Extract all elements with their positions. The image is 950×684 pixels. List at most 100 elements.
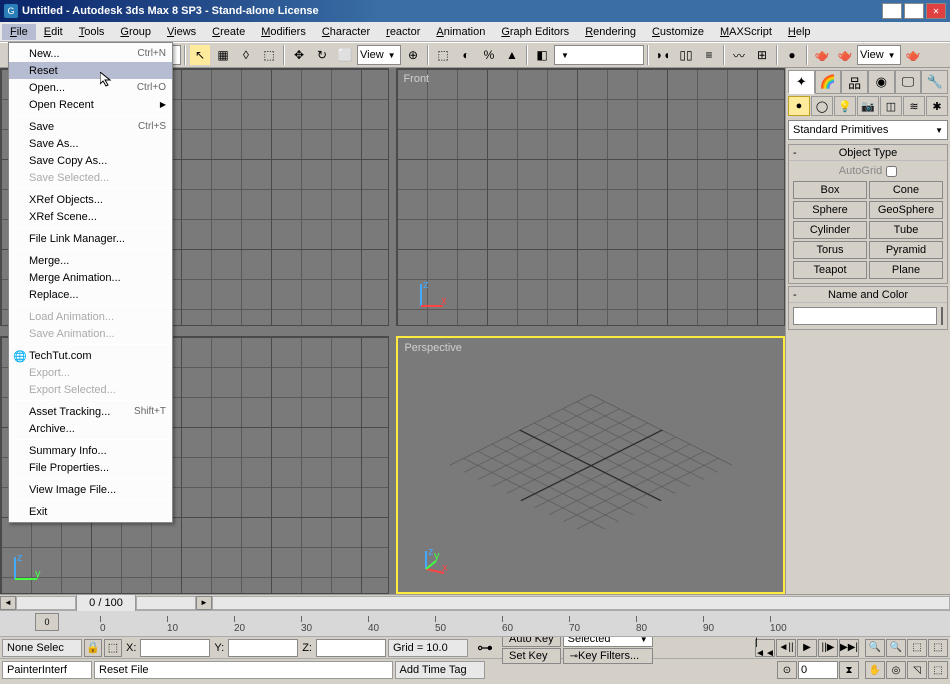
menu-file[interactable]: File [2,24,36,40]
pan-button[interactable]: ✋ [865,661,885,679]
display-tab[interactable]: 🖵 [895,70,922,94]
primitive-sphere-button[interactable]: Sphere [793,201,867,219]
cameras-button[interactable]: 📷 [857,96,879,116]
menu-item-archive[interactable]: Archive... [9,420,172,437]
scroll-right-button[interactable]: ► [196,596,212,610]
menu-views[interactable]: Views [159,24,204,40]
zoom-button[interactable]: 🔍 [865,639,885,657]
object-color-swatch[interactable] [941,307,943,325]
menu-item-open[interactable]: Open...Ctrl+O [9,79,172,96]
lights-button[interactable]: 💡 [834,96,856,116]
select-button[interactable]: ↖ [189,44,211,66]
menu-grapheditors[interactable]: Graph Editors [493,24,577,40]
time-tag-button[interactable]: Add Time Tag [395,661,485,679]
pivot-button[interactable]: ⊕ [402,44,424,66]
transform-mode-button[interactable]: ⬚ [104,639,122,657]
rotate-button[interactable]: ↻ [311,44,333,66]
menu-rendering[interactable]: Rendering [577,24,644,40]
hierarchy-tab[interactable]: 品 [841,70,868,94]
goto-start-button[interactable]: |◄◄ [755,639,775,657]
render-scene-button[interactable]: 🫖 [811,44,833,66]
move-button[interactable]: ✥ [288,44,310,66]
key-filters-button[interactable]: ⊸ Key Filters... [563,648,653,664]
primitive-cylinder-button[interactable]: Cylinder [793,221,867,239]
shapes-button[interactable]: ◯ [811,96,833,116]
menu-item-fileproperties[interactable]: File Properties... [9,459,172,476]
primitive-pyramid-button[interactable]: Pyramid [869,241,943,259]
menu-item-viewimagefile[interactable]: View Image File... [9,481,172,498]
viewport-front[interactable]: Front zx [396,68,785,326]
scroll-left-button[interactable]: ◄ [0,596,16,610]
fov-button[interactable]: ◹ [907,661,927,679]
scale-button[interactable]: ⬜ [334,44,356,66]
z-coord-field[interactable] [316,639,386,657]
primitive-geosphere-button[interactable]: GeoSphere [869,201,943,219]
window-crossing-button[interactable]: ⬚ [258,44,280,66]
menu-item-mergeanimation[interactable]: Merge Animation... [9,269,172,286]
time-config-button[interactable]: ⧗ [839,661,859,679]
layer-button[interactable]: ≡ [698,44,720,66]
menu-character[interactable]: Character [314,24,378,40]
geometry-button[interactable]: ● [788,96,810,116]
lock-selection-button[interactable]: 🔒 [84,639,102,657]
primitive-tube-button[interactable]: Tube [869,221,943,239]
angle-snap-toggle[interactable]: ◐ [455,44,477,66]
menu-item-xrefobjects[interactable]: XRef Objects... [9,191,172,208]
setkey-button[interactable]: Set Key [502,648,561,664]
rollout-header[interactable]: -Object Type [789,145,947,161]
menu-item-openrecent[interactable]: Open Recent▶ [9,96,172,113]
render-button[interactable]: 🫖 [902,44,924,66]
align-button[interactable]: ▯▯ [675,44,697,66]
menu-item-saveas[interactable]: Save As... [9,135,172,152]
menu-maxscript[interactable]: MAXScript [712,24,780,40]
modify-tab[interactable]: 🌈 [815,70,842,94]
menu-item-replace[interactable]: Replace... [9,286,172,303]
curve-editor-button[interactable]: 〰 [728,44,750,66]
helpers-button[interactable]: ◫ [880,96,902,116]
time-slider[interactable]: 0 [35,613,59,631]
spacewarps-button[interactable]: ≋ [903,96,925,116]
quick-render-button[interactable]: 🫖 [834,44,856,66]
select-name-button[interactable]: ▦ [212,44,234,66]
menu-item-save[interactable]: SaveCtrl+S [9,118,172,135]
menu-item-exit[interactable]: Exit [9,503,172,520]
render-type-combo[interactable]: View▼ [857,45,901,65]
arc-rotate-button[interactable]: ◎ [886,661,906,679]
primitive-torus-button[interactable]: Torus [793,241,867,259]
utilities-tab[interactable]: 🔧 [921,70,948,94]
primitive-box-button[interactable]: Box [793,181,867,199]
next-frame-button[interactable]: ||▶ [818,639,838,657]
mirror-button[interactable]: ◗◖ [652,44,674,66]
play-button[interactable]: ▶ [797,639,817,657]
rollout-header[interactable]: -Name and Color [789,287,947,303]
key-mode-toggle[interactable]: ⊙ [777,661,797,679]
menu-item-savecopyas[interactable]: Save Copy As... [9,152,172,169]
primitive-type-combo[interactable]: Standard Primitives▼ [788,120,948,140]
zoom-extents-button[interactable]: ⬚ [907,639,927,657]
close-button[interactable]: ✕ [926,3,946,19]
menu-help[interactable]: Help [780,24,819,40]
menu-item-assettracking[interactable]: Asset Tracking...Shift+T [9,403,172,420]
material-button[interactable]: ● [781,44,803,66]
goto-end-button[interactable]: ▶▶| [839,639,859,657]
viewport-perspective[interactable]: Perspective zxy [396,336,785,594]
menu-group[interactable]: Group [112,24,159,40]
primitive-cone-button[interactable]: Cone [869,181,943,199]
minimize-button[interactable]: _ [882,3,902,19]
menu-item-merge[interactable]: Merge... [9,252,172,269]
menu-edit[interactable]: Edit [36,24,71,40]
motion-tab[interactable]: ◉ [868,70,895,94]
current-frame-field[interactable] [798,661,838,679]
menu-animation[interactable]: Animation [428,24,493,40]
menu-item-xrefscene[interactable]: XRef Scene... [9,208,172,225]
object-name-field[interactable] [793,307,937,325]
zoom-all-button[interactable]: 🔍 [886,639,906,657]
autogrid-checkbox[interactable] [886,166,897,177]
x-coord-field[interactable] [140,639,210,657]
menu-reactor[interactable]: reactor [378,24,428,40]
create-tab[interactable]: ✦ [788,70,815,94]
menu-modifiers[interactable]: Modifiers [253,24,314,40]
menu-create[interactable]: Create [204,24,253,40]
maximize-button[interactable]: □ [904,3,924,19]
primitive-plane-button[interactable]: Plane [869,261,943,279]
